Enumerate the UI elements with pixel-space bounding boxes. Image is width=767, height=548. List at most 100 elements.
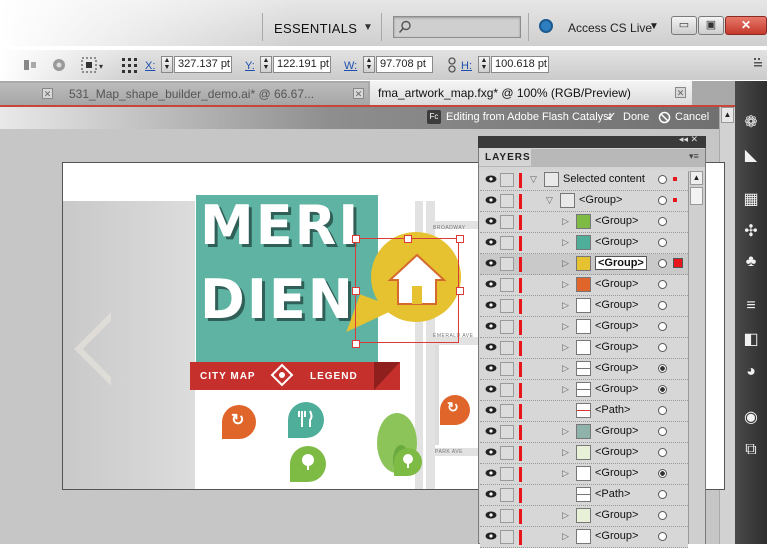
visibility-eye-icon[interactable] <box>485 342 497 352</box>
resize-handle[interactable] <box>456 235 464 243</box>
lock-toggle[interactable] <box>500 446 514 460</box>
target-circle-icon[interactable] <box>658 238 667 247</box>
lock-toggle[interactable] <box>500 257 514 271</box>
cancel-button[interactable]: Cancel <box>675 111 709 123</box>
visibility-eye-icon[interactable] <box>485 363 497 373</box>
close-button[interactable]: ✕ <box>725 16 767 35</box>
h-stepper[interactable]: ▲ ▼ <box>478 56 490 73</box>
target-circle-icon[interactable] <box>658 196 667 205</box>
appearance-icon[interactable]: ◕ <box>742 363 760 381</box>
target-circle-icon[interactable] <box>658 280 667 289</box>
lock-toggle[interactable] <box>500 236 514 250</box>
target-circle-icon[interactable] <box>658 259 667 268</box>
layers-scrollbar[interactable]: ▲ <box>688 171 705 544</box>
w-field[interactable]: 97.708 pt <box>376 56 433 73</box>
lock-toggle[interactable] <box>500 194 514 208</box>
target-circle-icon[interactable] <box>658 469 667 478</box>
collapse-triangle-icon[interactable]: ▽ <box>546 195 553 206</box>
done-button[interactable]: Done <box>623 111 649 123</box>
selection-indicator[interactable] <box>673 258 683 268</box>
cancel-icon[interactable] <box>658 111 671 124</box>
lock-toggle[interactable] <box>500 173 514 187</box>
tab-fma-artwork-map[interactable]: fma_artwork_map.fxg* @ 100% (RGB/Preview… <box>370 81 692 105</box>
gradient-icon[interactable]: ◣ <box>742 147 760 165</box>
expand-triangle-icon[interactable]: ▷ <box>562 279 569 290</box>
y-stepper[interactable]: ▲ ▼ <box>260 56 272 73</box>
visibility-eye-icon[interactable] <box>485 468 497 478</box>
tab-layers[interactable]: LAYERS <box>479 149 531 166</box>
lock-toggle[interactable] <box>500 425 514 439</box>
layer-row[interactable]: <Path> <box>480 485 688 506</box>
w-stepper[interactable]: ▲ ▼ <box>363 56 375 73</box>
target-circle-icon[interactable] <box>658 490 667 499</box>
visibility-eye-icon[interactable] <box>485 531 497 541</box>
y-label[interactable]: Y: <box>245 60 255 72</box>
layer-row[interactable]: ▷ <Group> <box>480 527 688 548</box>
chevron-down-icon[interactable]: ▼ <box>649 21 659 32</box>
layer-row[interactable]: ▷ <Group> <box>480 380 688 401</box>
cs-live-button[interactable]: Access CS Live <box>568 21 652 35</box>
scroll-thumb[interactable] <box>690 187 703 205</box>
lock-toggle[interactable] <box>500 488 514 502</box>
visibility-eye-icon[interactable] <box>485 321 497 331</box>
layer-row[interactable]: ▷ <Group> <box>480 422 688 443</box>
layer-row[interactable]: ▷ <Group> <box>480 275 688 296</box>
layer-row[interactable]: ▷ <Group> <box>480 338 688 359</box>
x-stepper[interactable]: ▲ ▼ <box>161 56 173 73</box>
layers-icon[interactable]: ◉ <box>742 409 760 427</box>
lock-toggle[interactable] <box>500 530 514 544</box>
resize-handle[interactable] <box>352 235 360 243</box>
visibility-eye-icon[interactable] <box>485 174 497 184</box>
search-input[interactable] <box>393 16 521 38</box>
swatches-icon[interactable]: ▦ <box>742 191 760 209</box>
target-circle-icon[interactable] <box>658 301 667 310</box>
target-circle-icon[interactable] <box>658 322 667 331</box>
layer-row[interactable]: ▽ Selected content <box>480 170 688 191</box>
x-label[interactable]: X: <box>145 60 155 72</box>
lock-toggle[interactable] <box>500 383 514 397</box>
visibility-eye-icon[interactable] <box>485 384 497 394</box>
maximize-button[interactable]: ▣ <box>698 16 724 35</box>
layer-row[interactable]: ▷ <Group> <box>480 254 688 275</box>
expand-triangle-icon[interactable]: ▷ <box>562 384 569 395</box>
target-circle-icon[interactable] <box>658 406 667 415</box>
expand-triangle-icon[interactable]: ▷ <box>562 258 569 269</box>
expand-triangle-icon[interactable]: ▷ <box>562 531 569 542</box>
target-circle-icon[interactable] <box>658 427 667 436</box>
panel-menu-icon[interactable]: ▾≡ <box>689 151 699 162</box>
expand-triangle-icon[interactable]: ▷ <box>562 447 569 458</box>
align-icon[interactable] <box>22 57 38 73</box>
layer-row[interactable]: ▷ <Group> <box>480 443 688 464</box>
scroll-up-icon[interactable]: ▲ <box>690 171 703 185</box>
layer-row[interactable]: ▽ <Group> <box>480 191 688 212</box>
expand-triangle-icon[interactable]: ▷ <box>562 237 569 248</box>
layer-row[interactable]: ▷ <Group> <box>480 506 688 527</box>
lock-toggle[interactable] <box>500 278 514 292</box>
target-circle-icon[interactable] <box>658 385 667 394</box>
collapse-icon[interactable]: ◂◂ ✕ <box>679 134 698 145</box>
visibility-eye-icon[interactable] <box>485 195 497 205</box>
layer-row[interactable]: ▷ <Group> <box>480 233 688 254</box>
layer-row[interactable]: ▷ <Group> <box>480 359 688 380</box>
target-circle-icon[interactable] <box>658 343 667 352</box>
x-field[interactable]: 327.137 pt <box>174 56 232 73</box>
visibility-eye-icon[interactable] <box>485 237 497 247</box>
w-label[interactable]: W: <box>344 60 357 72</box>
target-circle-icon[interactable] <box>658 364 667 373</box>
lock-toggle[interactable] <box>500 467 514 481</box>
lock-toggle[interactable] <box>500 215 514 229</box>
close-icon[interactable]: ✕ <box>675 87 686 98</box>
checkmark-icon[interactable]: ✓ <box>606 109 617 125</box>
link-icon[interactable] <box>447 57 457 73</box>
layers-panel-titlebar[interactable]: ◂◂ ✕ <box>478 134 706 148</box>
reference-point-icon[interactable]: ▾ <box>80 56 106 74</box>
resize-handle[interactable] <box>456 287 464 295</box>
expand-triangle-icon[interactable]: ▷ <box>562 321 569 332</box>
lock-toggle[interactable] <box>500 404 514 418</box>
layer-row[interactable]: ▷ <Group> <box>480 212 688 233</box>
layer-row[interactable]: ▷ <Group> <box>480 317 688 338</box>
visibility-eye-icon[interactable] <box>485 426 497 436</box>
visibility-eye-icon[interactable] <box>485 405 497 415</box>
collapse-triangle-icon[interactable]: ▽ <box>530 174 537 185</box>
target-circle-icon[interactable] <box>658 532 667 541</box>
